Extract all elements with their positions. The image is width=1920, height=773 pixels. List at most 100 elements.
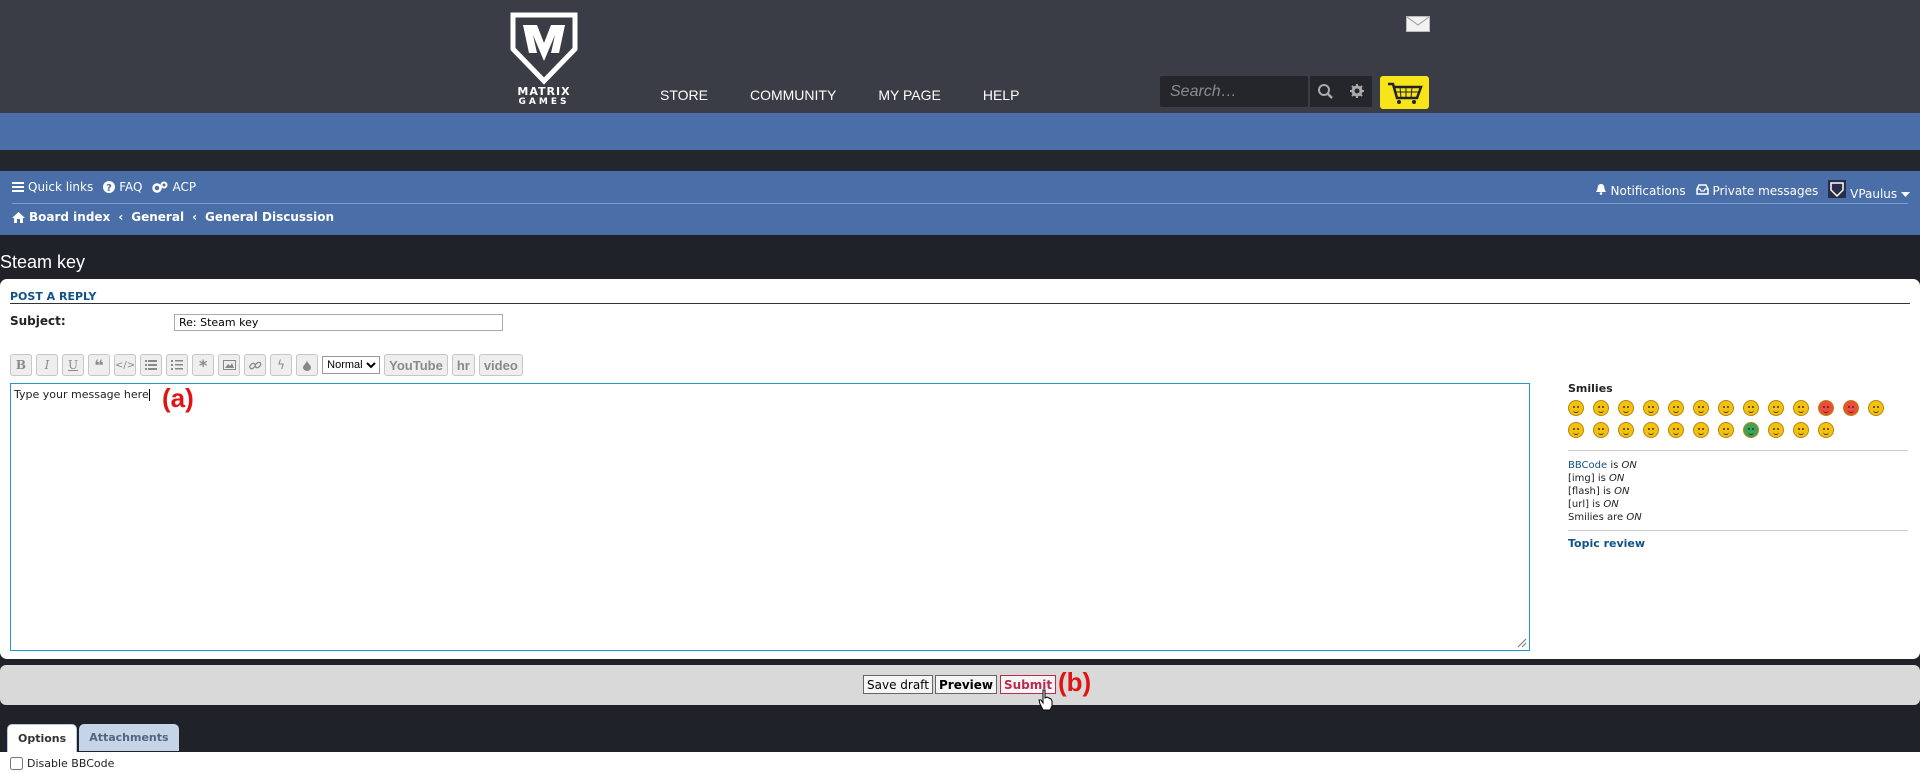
faq-label: FAQ xyxy=(119,180,143,194)
search-button[interactable] xyxy=(1310,76,1342,107)
faq-link[interactable]: ? FAQ xyxy=(103,180,142,194)
tab-options[interactable]: Options xyxy=(7,724,78,752)
bell-icon xyxy=(1595,184,1606,195)
smiley-icon[interactable] xyxy=(1718,422,1734,438)
bbcode-toolbar: B I U ❝ </> * ϟ Normal YouTube hr video xyxy=(10,354,523,376)
bold-button[interactable]: B xyxy=(10,354,32,376)
bold-label: B xyxy=(15,358,27,372)
smiley-icon[interactable] xyxy=(1768,422,1784,438)
italic-label: I xyxy=(44,358,50,372)
user-menu[interactable]: VPaulus xyxy=(1828,180,1910,201)
matrix-games-logo[interactable]: MATRIX GAMES xyxy=(507,9,581,107)
smiley-icon[interactable] xyxy=(1668,422,1684,438)
flash-status: ON xyxy=(1614,486,1630,497)
smiley-icon[interactable] xyxy=(1768,400,1784,416)
notifications-link[interactable]: Notifications xyxy=(1595,183,1686,198)
tab-attachments[interactable]: Attachments xyxy=(79,724,179,751)
bbcode-help-link[interactable]: BBCode xyxy=(1568,460,1607,471)
disable-bbcode-checkbox[interactable] xyxy=(10,757,23,770)
youtube-button[interactable]: YouTube xyxy=(384,354,448,376)
search-input[interactable] xyxy=(1168,80,1312,104)
smiley-icon[interactable] xyxy=(1618,422,1634,438)
nav-store[interactable]: STORE xyxy=(660,87,708,103)
subject-input[interactable] xyxy=(174,314,503,331)
bolt-icon: ϟ xyxy=(277,358,286,372)
link-icon xyxy=(248,361,261,369)
list-item-button[interactable]: * xyxy=(192,354,215,376)
hr-button[interactable]: hr xyxy=(451,354,475,376)
video-button[interactable]: video xyxy=(478,354,523,376)
nav-help[interactable]: HELP xyxy=(983,87,1020,103)
smiley-icon[interactable] xyxy=(1718,400,1734,416)
header-spacer xyxy=(0,150,1920,171)
preview-button[interactable]: Preview xyxy=(935,675,998,694)
quick-links-menu[interactable]: Quick links xyxy=(12,180,93,194)
bbcode-status-list: BBCode is ON [img] is ON [flash] is ON [… xyxy=(1568,459,1908,524)
link-button[interactable] xyxy=(244,354,267,376)
underline-button[interactable]: U xyxy=(62,354,84,376)
smiley-icon[interactable] xyxy=(1693,422,1709,438)
smiley-icon[interactable] xyxy=(1693,400,1709,416)
flash-button[interactable]: ϟ xyxy=(270,354,293,376)
breadcrumb-board-index[interactable]: Board index xyxy=(12,210,110,224)
advanced-search-button[interactable] xyxy=(1342,76,1372,107)
resize-grip-icon[interactable] xyxy=(1517,638,1527,648)
url-status: ON xyxy=(1603,499,1619,510)
message-textarea[interactable]: Type your message here xyxy=(10,383,1530,651)
post-form-panel: POST A REPLY Subject: B I U ❝ </> * ϟ No… xyxy=(0,279,1920,659)
quote-button[interactable]: ❝ xyxy=(88,354,110,376)
smiley-icon[interactable] xyxy=(1568,422,1584,438)
smiley-icon[interactable] xyxy=(1843,400,1859,416)
private-messages-link[interactable]: Private messages xyxy=(1695,184,1818,198)
header-blue-band xyxy=(0,113,1920,150)
mail-icon[interactable] xyxy=(1406,16,1430,32)
asterisk-icon: * xyxy=(198,355,208,375)
image-button[interactable] xyxy=(218,354,241,376)
post-reply-heading: POST A REPLY xyxy=(10,290,97,303)
gear-icon xyxy=(1350,84,1364,98)
annotation-b: (b) xyxy=(1058,667,1092,697)
font-size-select[interactable]: Normal xyxy=(322,356,381,374)
bbcode-status: ON xyxy=(1621,460,1637,471)
smilies-label: Smilies are xyxy=(1568,512,1624,523)
caret-down-icon xyxy=(1901,192,1910,197)
nav-my-page[interactable]: MY PAGE xyxy=(878,87,941,103)
topic-review-link[interactable]: Topic review xyxy=(1568,537,1908,550)
cart-button[interactable] xyxy=(1380,76,1429,109)
smiley-icon[interactable] xyxy=(1668,400,1684,416)
smiley-icon[interactable] xyxy=(1568,400,1584,416)
smiley-icon[interactable] xyxy=(1793,400,1809,416)
smiley-icon[interactable] xyxy=(1643,400,1659,416)
disable-bbcode-option[interactable]: Disable BBCode xyxy=(10,757,114,770)
nav-community[interactable]: COMMUNITY xyxy=(750,87,836,103)
breadcrumb-board-index-label: Board index xyxy=(29,210,111,224)
site-header: MATRIX GAMES STORE COMMUNITY MY PAGE HEL… xyxy=(0,0,1920,113)
smiley-icon[interactable] xyxy=(1593,400,1609,416)
flash-is-label: is xyxy=(1602,486,1611,497)
url-label: [url] xyxy=(1568,499,1590,510)
smiley-icon[interactable] xyxy=(1868,400,1884,416)
breadcrumb-general-discussion[interactable]: General Discussion xyxy=(205,210,334,224)
smiley-icon[interactable] xyxy=(1618,400,1634,416)
text-caret xyxy=(148,389,150,401)
smiley-icon[interactable] xyxy=(1743,422,1759,438)
breadcrumb-general[interactable]: General xyxy=(131,210,184,224)
smiley-icon[interactable] xyxy=(1643,422,1659,438)
color-button[interactable] xyxy=(296,354,319,376)
smiley-icon[interactable] xyxy=(1818,400,1834,416)
smiley-icon[interactable] xyxy=(1593,422,1609,438)
code-button[interactable]: </> xyxy=(114,354,137,376)
italic-button[interactable]: I xyxy=(36,354,58,376)
options-panel: Disable BBCode xyxy=(0,752,1920,773)
smiley-icon[interactable] xyxy=(1793,422,1809,438)
list-button[interactable] xyxy=(140,354,163,376)
smiley-icon[interactable] xyxy=(1818,422,1834,438)
acp-link[interactable]: ACP xyxy=(152,180,196,194)
smiley-icon[interactable] xyxy=(1743,400,1759,416)
save-draft-button[interactable]: Save draft xyxy=(863,675,933,694)
navbar-divider xyxy=(12,203,1908,204)
logo-mark-icon xyxy=(510,12,578,85)
page-title[interactable]: Steam key xyxy=(0,252,85,273)
message-placeholder: Type your message here xyxy=(14,388,149,401)
ordered-list-button[interactable] xyxy=(166,354,189,376)
